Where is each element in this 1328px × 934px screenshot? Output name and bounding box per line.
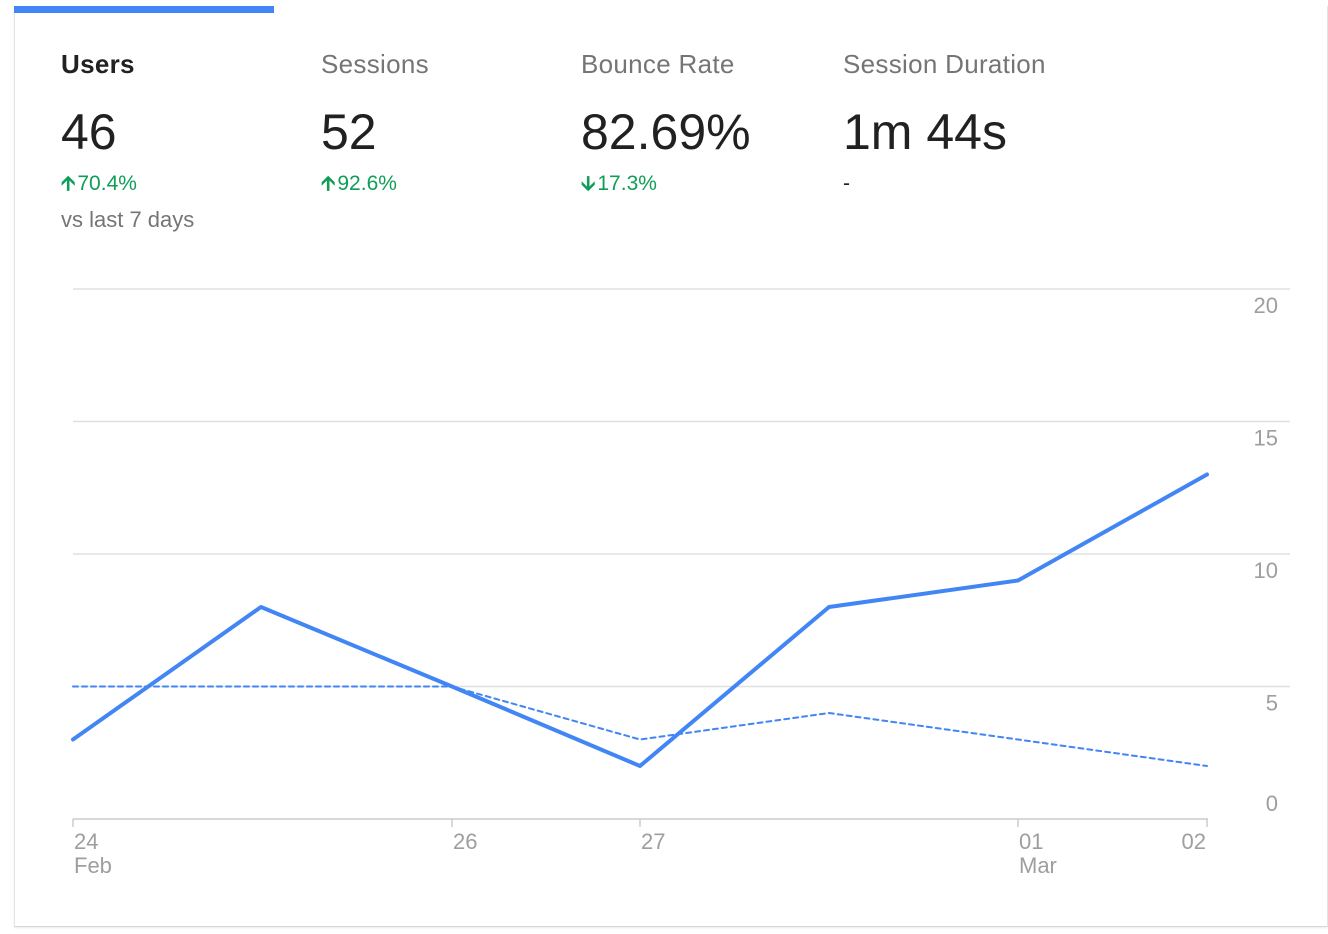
y-tick-label: 5 [1266, 691, 1278, 716]
x-tick-label: 26 [453, 829, 477, 854]
y-tick-label: 0 [1266, 791, 1278, 816]
y-tick-label: 20 [1254, 293, 1278, 318]
x-tick-label: 24 [74, 829, 98, 854]
series-line-current-period [71, 472, 1209, 768]
users-line-chart: 0 5 10 15 20 24Feb 26 27 01Mar 02 [71, 288, 1290, 878]
x-tick-label: 01 [1019, 829, 1043, 854]
y-tick-label: 15 [1254, 426, 1278, 451]
x-tick-sublabel: Feb [74, 853, 112, 878]
y-tick-label: 10 [1254, 558, 1278, 583]
x-tick-label: 27 [641, 829, 665, 854]
x-tick-label: 02 [1182, 829, 1206, 854]
x-tick-sublabel: Mar [1019, 853, 1057, 878]
series-line-previous-period [72, 685, 1208, 767]
